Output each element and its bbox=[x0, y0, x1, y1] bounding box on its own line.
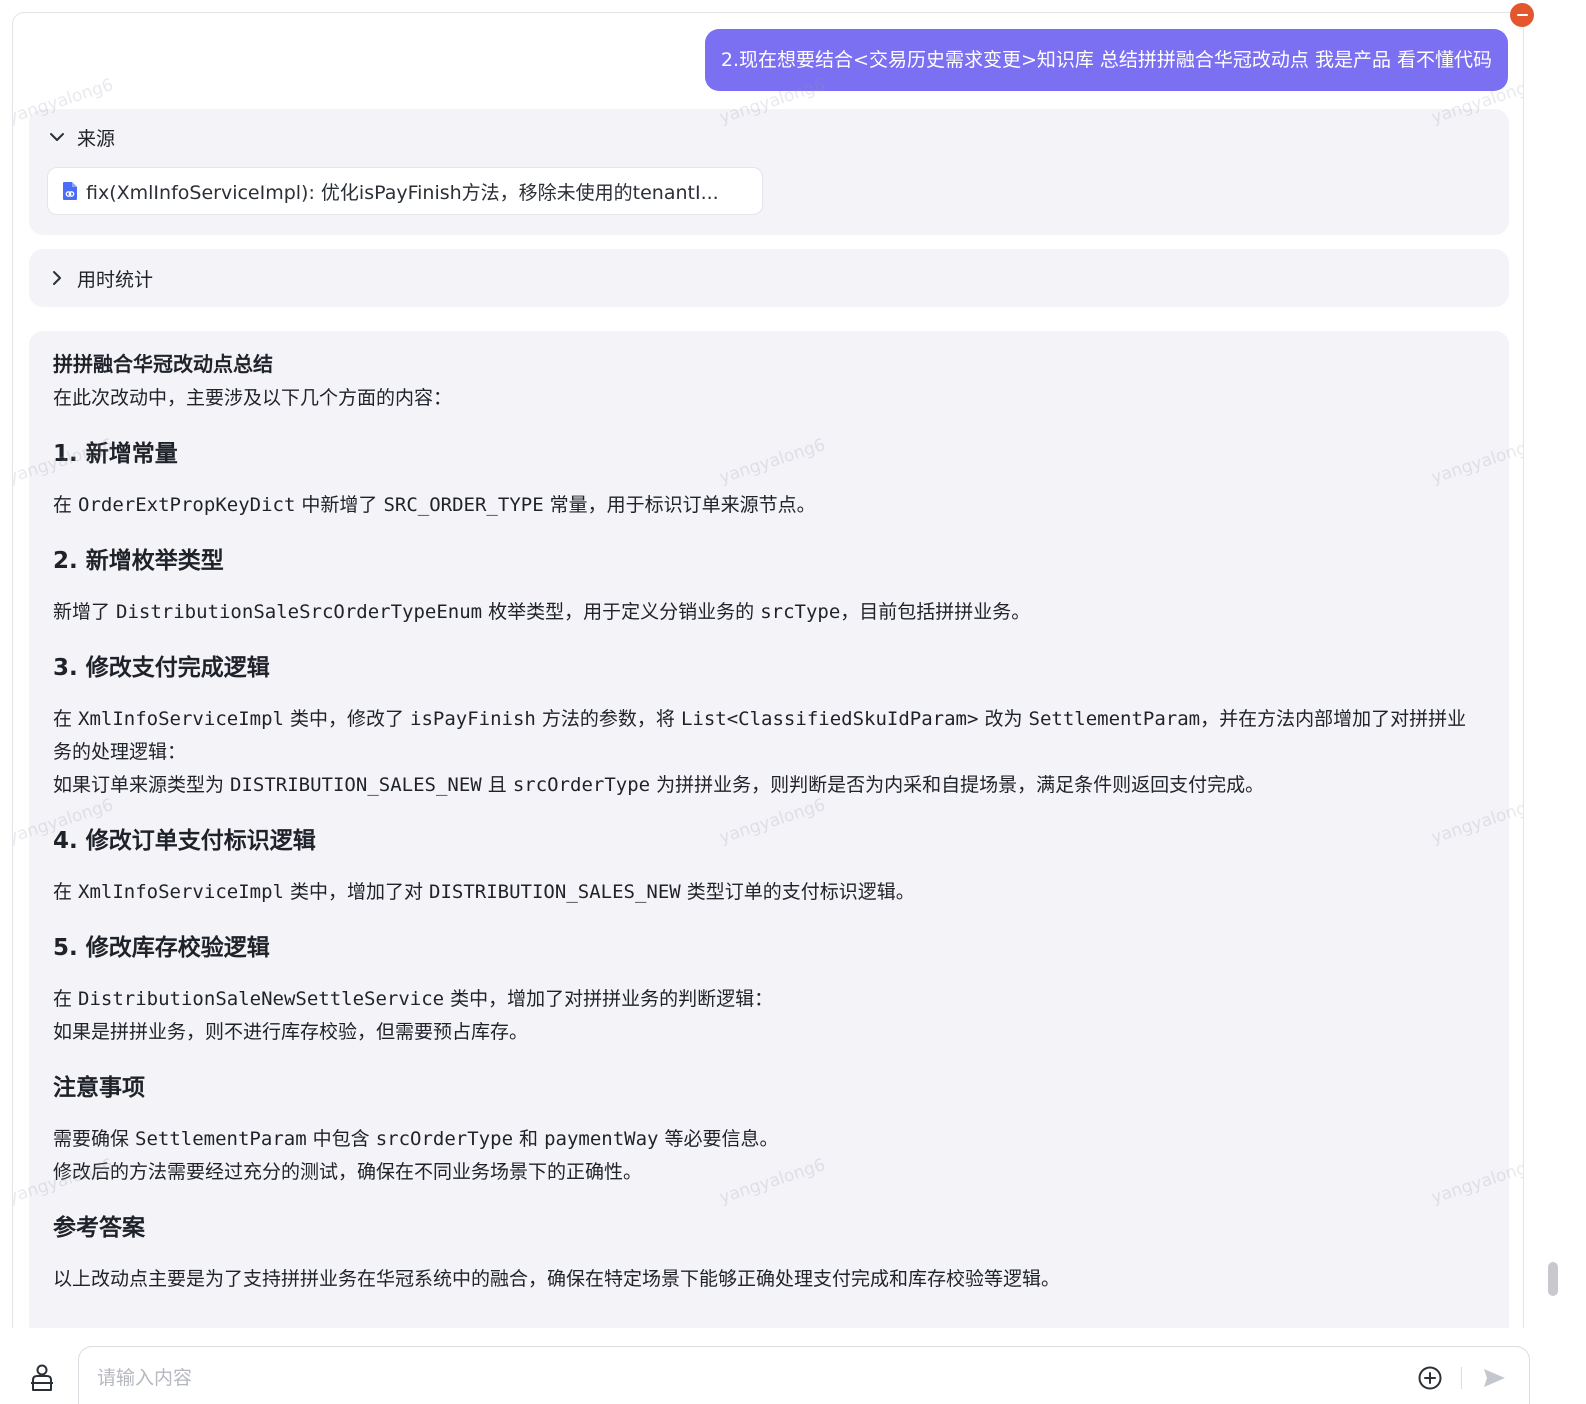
section-paragraph: 修改后的方法需要经过充分的测试，确保在不同业务场景下的正确性。 bbox=[53, 1161, 643, 1183]
text-span: 在 bbox=[53, 494, 79, 516]
plus-circle-icon[interactable] bbox=[1417, 1365, 1443, 1391]
scrollbar-thumb[interactable] bbox=[1548, 1262, 1558, 1296]
section-payment-flag: 4. 修改订单支付标识逻辑 在 XmlInfoServiceImpl 类中，增加… bbox=[53, 824, 1485, 909]
code-span: OrderExtPropKeyDict bbox=[78, 494, 296, 516]
section-heading: 3. 修改支付完成逻辑 bbox=[53, 655, 270, 681]
document-link-icon bbox=[63, 182, 77, 200]
section-new-constant: 1. 新增常量 在 OrderExtPropKeyDict 中新增了 SRC_O… bbox=[53, 437, 1485, 522]
text-span: 在 bbox=[53, 708, 79, 730]
section-new-enum: 2. 新增枚举类型 新增了 DistributionSaleSrcOrderTy… bbox=[53, 544, 1485, 629]
code-span: List<ClassifiedSkuIdParam> bbox=[680, 708, 979, 730]
text-span: 且 bbox=[481, 774, 513, 796]
section-body: 新增了 DistributionSaleSrcOrderTypeEnum 枚举类… bbox=[53, 596, 1485, 629]
section-body: 以上改动点主要是为了支持拼拼业务在华冠系统中的融合，确保在特定场景下能够正确处理… bbox=[53, 1263, 1485, 1296]
text-span: 在 bbox=[53, 988, 79, 1010]
source-item[interactable]: fix(XmlInfoServiceImpl): 优化isPayFinish方法… bbox=[47, 167, 763, 215]
timing-panel: 用时统计 bbox=[29, 249, 1509, 307]
text-span: 在 bbox=[53, 881, 79, 903]
section-stock-check: 5. 修改库存校验逻辑 在 DistributionSaleNewSettleS… bbox=[53, 931, 1485, 1049]
section-body: 在 XmlInfoServiceImpl 类中，增加了对 DISTRIBUTIO… bbox=[53, 876, 1485, 909]
chat-frame: 2.现在想要结合<交易历史需求变更>知识库 总结拼拼融合华冠改动点 我是产品 看… bbox=[12, 12, 1524, 1328]
text-span: 等必要信息。 bbox=[658, 1128, 779, 1150]
code-span: isPayFinish bbox=[410, 708, 536, 730]
text-span: 中新增了 bbox=[295, 494, 384, 516]
section-body: 在 OrderExtPropKeyDict 中新增了 SRC_ORDER_TYP… bbox=[53, 489, 1485, 522]
close-icon[interactable] bbox=[1510, 3, 1534, 27]
section-body: 在 DistributionSaleNewSettleService 类中，增加… bbox=[53, 983, 1485, 1049]
section-paragraph: 如果是拼拼业务，则不进行库存校验，但需要预占库存。 bbox=[53, 1021, 529, 1043]
text-span: 改为 bbox=[978, 708, 1029, 730]
text-span: ，目前包括拼拼业务。 bbox=[840, 601, 1031, 623]
text-span: 类中，增加了对 bbox=[283, 881, 430, 903]
text-span: 类型订单的支付标识逻辑。 bbox=[680, 881, 915, 903]
code-span: XmlInfoServiceImpl bbox=[78, 708, 284, 730]
text-span: 类中，修改了 bbox=[283, 708, 411, 730]
text-span: 如果订单来源类型为 bbox=[53, 774, 231, 796]
source-item-title: fix(XmlInfoServiceImpl): 优化isPayFinish方法… bbox=[86, 181, 719, 204]
chevron-down-icon bbox=[47, 127, 67, 147]
text-span: 需要确保 bbox=[53, 1128, 136, 1150]
timing-label: 用时统计 bbox=[77, 268, 154, 291]
answer-title: 拼拼融合华冠改动点总结 bbox=[53, 352, 273, 376]
timing-toggle[interactable]: 用时统计 bbox=[47, 262, 153, 294]
text-span: 和 bbox=[513, 1128, 545, 1150]
text-span: 常量，用于标识订单来源节点。 bbox=[543, 494, 816, 516]
chevron-right-icon bbox=[47, 268, 67, 288]
message-input[interactable] bbox=[97, 1363, 1377, 1393]
code-span: SettlementParam bbox=[1028, 708, 1201, 730]
message-input-bar bbox=[78, 1346, 1530, 1404]
section-notes: 注意事项 需要确保 SettlementParam 中包含 srcOrderTy… bbox=[53, 1071, 1485, 1189]
code-span: srcType bbox=[760, 601, 841, 623]
section-heading: 注意事项 bbox=[53, 1075, 145, 1101]
user-message-bubble: 2.现在想要结合<交易历史需求变更>知识库 总结拼拼融合华冠改动点 我是产品 看… bbox=[704, 29, 1508, 91]
sources-toggle[interactable]: 来源 bbox=[47, 121, 115, 153]
section-reference: 参考答案 以上改动点主要是为了支持拼拼业务在华冠系统中的融合，确保在特定场景下能… bbox=[53, 1211, 1485, 1296]
answer-panel: 拼拼融合华冠改动点总结 在此次改动中，主要涉及以下几个方面的内容： 1. 新增常… bbox=[29, 331, 1509, 1328]
text-span: 为拼拼业务，则判断是否为内采和自提场景，满足条件则返回支付完成。 bbox=[650, 774, 1265, 796]
section-heading: 参考答案 bbox=[53, 1215, 145, 1241]
agent-icon[interactable] bbox=[28, 1362, 56, 1392]
section-heading: 2. 新增枚举类型 bbox=[53, 548, 224, 574]
sources-panel: 来源 fix(XmlInfoServiceImpl): 优化isPayFinis… bbox=[29, 109, 1509, 235]
text-span: 中包含 bbox=[306, 1128, 376, 1150]
code-span: paymentWay bbox=[544, 1128, 659, 1150]
section-heading: 5. 修改库存校验逻辑 bbox=[53, 935, 270, 961]
text-span: 枚举类型，用于定义分销业务的 bbox=[482, 601, 761, 623]
section-heading: 4. 修改订单支付标识逻辑 bbox=[53, 828, 316, 854]
section-heading: 1. 新增常量 bbox=[53, 441, 178, 467]
text-span: 类中，增加了对拼拼业务的判断逻辑： bbox=[444, 988, 774, 1010]
section-body: 在 XmlInfoServiceImpl 类中，修改了 isPayFinish … bbox=[53, 703, 1485, 802]
text-span: 新增了 bbox=[53, 601, 117, 623]
code-span: DistributionSaleSrcOrderTypeEnum bbox=[116, 601, 483, 623]
answer-intro: 在此次改动中，主要涉及以下几个方面的内容： bbox=[53, 387, 453, 409]
code-span: srcOrderType bbox=[375, 1128, 514, 1150]
section-body: 需要确保 SettlementParam 中包含 srcOrderType 和 … bbox=[53, 1123, 1485, 1189]
code-span: XmlInfoServiceImpl bbox=[78, 881, 284, 903]
section-payment-finish: 3. 修改支付完成逻辑 在 XmlInfoServiceImpl 类中，修改了 … bbox=[53, 651, 1485, 802]
code-span: srcOrderType bbox=[512, 774, 651, 796]
code-span: DISTRIBUTION_SALES_NEW bbox=[429, 881, 681, 903]
code-span: DistributionSaleNewSettleService bbox=[78, 988, 445, 1010]
section-paragraph: 以上改动点主要是为了支持拼拼业务在华冠系统中的融合，确保在特定场景下能够正确处理… bbox=[53, 1268, 1061, 1290]
input-divider bbox=[1461, 1367, 1462, 1389]
send-icon[interactable] bbox=[1481, 1365, 1507, 1391]
code-span: SettlementParam bbox=[135, 1128, 307, 1150]
code-span: DISTRIBUTION_SALES_NEW bbox=[230, 774, 482, 796]
text-span: 方法的参数，将 bbox=[535, 708, 681, 730]
sources-label: 来源 bbox=[77, 127, 116, 150]
code-span: SRC_ORDER_TYPE bbox=[383, 494, 544, 516]
